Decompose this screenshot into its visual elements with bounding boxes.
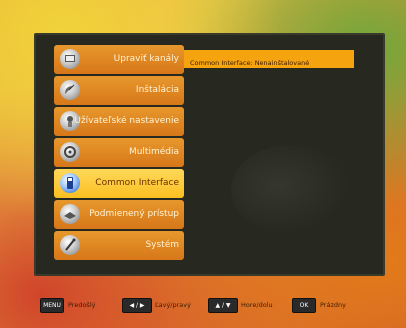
ci-card-icon [60, 173, 80, 193]
ci-status-text: Common Interface: Nenainštalované [190, 59, 310, 67]
menu-item-label: Systém [145, 240, 179, 250]
menu-item-system[interactable]: Systém [54, 231, 184, 260]
left-right-key-button[interactable]: ◀ / ▶ [122, 298, 152, 313]
ok-key-button[interactable]: OK [292, 298, 316, 313]
conditional-access-icon [60, 204, 80, 224]
menu-item-label: Multimédia [128, 147, 179, 157]
up-down-key-label: Hore/dolu [241, 301, 273, 309]
main-menu: Upraviť kanály Inštalácia Užívateľské na… [54, 45, 184, 262]
menu-item-label: Užívateľské nastavenie [74, 116, 179, 126]
left-right-key-label: Ľavý/pravý [155, 301, 191, 309]
edit-channels-icon [60, 49, 80, 69]
menu-item-label: Inštalácia [135, 85, 179, 95]
menu-key-label: Predošlý [68, 301, 96, 309]
satellite-dish-icon [60, 80, 80, 100]
multimedia-icon [60, 142, 80, 162]
menu-item-label: Common Interface [95, 178, 179, 188]
menu-item-common-interface[interactable]: Common Interface [54, 169, 184, 198]
menu-item-edit-channels[interactable]: Upraviť kanály [54, 45, 184, 74]
ok-key-label: Prázdny [320, 301, 346, 309]
menu-item-multimedia[interactable]: Multimédia [54, 138, 184, 167]
menu-item-label: Upraviť kanály [113, 54, 179, 64]
system-icon [60, 235, 80, 255]
up-down-key-button[interactable]: ▲ / ▼ [208, 298, 238, 313]
menu-key-button[interactable]: MENU [40, 298, 64, 313]
footer-key-hints: MENU Predošlý ◀ / ▶ Ľavý/pravý ▲ / ▼ Hor… [36, 296, 396, 316]
background-swirl [231, 145, 351, 235]
menu-item-conditional-access[interactable]: Podmienený prístup [54, 200, 184, 229]
menu-item-user-settings[interactable]: Užívateľské nastavenie [54, 107, 184, 136]
menu-item-label: Podmienený prístup [89, 209, 179, 219]
menu-item-installation[interactable]: Inštalácia [54, 76, 184, 105]
ci-status-bar: Common Interface: Nenainštalované [184, 50, 354, 68]
